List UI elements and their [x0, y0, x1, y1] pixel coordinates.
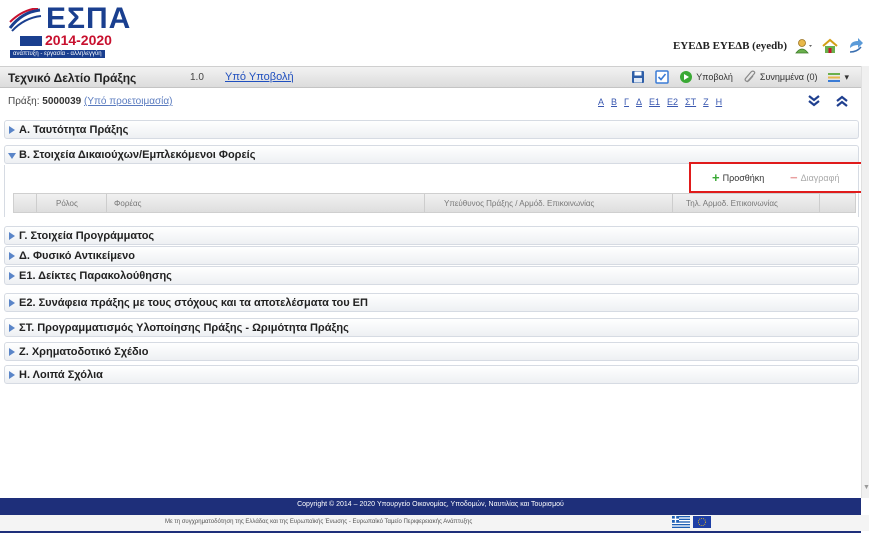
letter-link-d[interactable]: Δ — [636, 97, 642, 107]
section-label: Η. Λοιπά Σχόλια — [19, 369, 103, 381]
logo-years: 2014-2020 — [20, 32, 112, 48]
plus-icon: + — [712, 170, 720, 185]
menu-icon — [828, 73, 841, 82]
submit-label: Υποβολή — [696, 72, 733, 82]
delete-label: Διαγραφή — [800, 173, 840, 183]
page: ΕΣΠΑ 2014-2020 ανάπτυξη - εργασία - αλλη… — [0, 0, 869, 533]
expand-collapse-controls — [807, 94, 849, 108]
expand-arrow-icon — [9, 371, 15, 379]
scroll-down-icon[interactable]: ▼ — [863, 484, 869, 491]
eu-flag-icon — [693, 516, 711, 528]
section-label: Δ. Φυσικό Αντικείμενο — [19, 250, 135, 262]
column-header-agency[interactable]: Φορέας — [114, 199, 141, 208]
section-label: Γ. Στοιχεία Προγράμματος — [19, 230, 155, 242]
expand-arrow-icon — [9, 232, 15, 240]
title-bar: Τεχνικό Δελτίο Πράξης 1.0 Υπό Υποβολή Υπ… — [0, 66, 861, 88]
attachments-label: Συνημμένα (0) — [759, 72, 818, 82]
letter-link-a[interactable]: Α — [598, 97, 604, 107]
submit-button[interactable]: Υποβολή — [679, 70, 733, 84]
expand-all-icon[interactable] — [807, 94, 821, 108]
cofund-bar: Με τη συγχρηματοδότηση της Ελλάδας και τ… — [0, 515, 869, 531]
delete-button[interactable]: − Διαγραφή — [790, 170, 840, 185]
section-st[interactable]: ΣΤ. Προγραμματισμός Υλοποίησης Πράξης - … — [4, 318, 859, 337]
vertical-scrollbar[interactable]: ▼ — [861, 66, 869, 498]
expand-arrow-icon — [9, 252, 15, 260]
logo-name: ΕΣΠΑ — [46, 2, 132, 35]
letter-link-z[interactable]: Ζ — [703, 97, 709, 107]
attachments-button[interactable]: Συνημμένα (0) — [743, 70, 818, 84]
chevron-down-icon: ▾ — [844, 71, 849, 82]
save-icon[interactable] — [631, 70, 645, 84]
section-z[interactable]: Ζ. Χρηματοδοτικό Σχέδιο — [4, 342, 859, 361]
add-button[interactable]: + Προσθήκη — [712, 170, 765, 185]
submit-icon — [680, 71, 693, 83]
copyright-text: Copyright © 2014 – 2020 Υπουργείο Οικονο… — [297, 501, 564, 508]
toolbar: Υποβολή Συνημμένα (0) ▾ — [631, 70, 849, 84]
letter-link-g[interactable]: Γ — [624, 97, 629, 107]
check-icon[interactable] — [655, 70, 670, 84]
document-version: 1.0 — [190, 72, 204, 83]
section-d[interactable]: Δ. Φυσικό Αντικείμενο — [4, 246, 859, 265]
expand-arrow-icon — [9, 299, 15, 307]
section-label: ΣΤ. Προγραμματισμός Υλοποίησης Πράξης - … — [19, 322, 349, 334]
section-g[interactable]: Γ. Στοιχεία Προγράμματος — [4, 226, 859, 245]
section-e1[interactable]: Ε1. Δείκτες Παρακολούθησης — [4, 266, 859, 285]
espa-logo[interactable]: ΕΣΠΑ 2014-2020 ανάπτυξη - εργασία - αλλη… — [8, 2, 132, 58]
expand-arrow-icon — [9, 348, 15, 356]
section-label: Α. Ταυτότητα Πράξης — [19, 124, 129, 136]
letter-link-e2[interactable]: Ε2 — [667, 97, 678, 107]
section-b-body: + Προσθήκη − Διαγραφή Ρόλος Φορέας Υπεύθ… — [4, 162, 866, 217]
praxi-code: 5000039 — [42, 96, 82, 107]
cofund-text: Με τη συγχρηματοδότηση της Ελλάδας και τ… — [165, 519, 473, 525]
section-label: Β. Στοιχεία Δικαιούχων/Εμπλεκόμενοι Φορε… — [19, 149, 256, 161]
expand-arrow-icon — [9, 126, 15, 134]
section-letter-nav: Α Β Γ Δ Ε1 Ε2 ΣΤ Ζ Η — [598, 97, 722, 107]
letter-link-b[interactable]: Β — [611, 97, 617, 107]
menu-button[interactable]: ▾ — [827, 70, 849, 84]
section-label: Ε1. Δείκτες Παρακολούθησης — [19, 270, 172, 282]
section-label: Ε2. Συνάφεια πράξης με τους στόχους και … — [19, 297, 368, 309]
praxi-info: Πράξη: 5000039 (Υπό προετοιμασία) — [8, 96, 173, 107]
letter-link-e1[interactable]: Ε1 — [649, 97, 660, 107]
add-label: Προσθήκη — [722, 173, 765, 183]
page-title: Τεχνικό Δελτίο Πράξης — [8, 71, 137, 85]
section-e2[interactable]: Ε2. Συνάφεια πράξης με τους στόχους και … — [4, 293, 859, 312]
document-status-link[interactable]: Υπό Υποβολή — [225, 71, 294, 83]
header: ΕΣΠΑ 2014-2020 ανάπτυξη - εργασία - αλλη… — [0, 0, 869, 62]
expand-arrow-icon — [9, 324, 15, 332]
footer: Copyright © 2014 – 2020 Υπουργείο Οικονο… — [0, 498, 869, 533]
user-icon[interactable] — [795, 38, 813, 54]
section-label: Ζ. Χρηματοδοτικό Σχέδιο — [19, 346, 149, 358]
user-name: ΕΥΕΔΒ ΕΥΕΔΒ (eyedb) — [672, 40, 787, 52]
sub-bar: Πράξη: 5000039 (Υπό προετοιμασία) Α Β Γ … — [0, 90, 861, 114]
user-area: ΕΥΕΔΒ ΕΥΕΔΒ (eyedb) — [673, 36, 865, 56]
paperclip-icon — [744, 70, 756, 83]
letter-link-h[interactable]: Η — [716, 97, 723, 107]
greek-flag-icon — [672, 516, 690, 528]
section-h[interactable]: Η. Λοιπά Σχόλια — [4, 365, 859, 384]
home-icon[interactable] — [821, 38, 839, 54]
espa-flag-icon — [8, 8, 42, 32]
letter-link-st[interactable]: ΣΤ — [685, 97, 696, 107]
column-header-responsible[interactable]: Υπεύθυνος Πράξης / Αρμόδ. Επικοινωνίας — [444, 199, 594, 208]
praxi-status-link[interactable]: (Υπό προετοιμασία) — [84, 96, 173, 107]
column-header-role[interactable]: Ρόλος — [56, 199, 78, 208]
logo-tagline: ανάπτυξη - εργασία - αλληλεγγύη — [10, 50, 105, 58]
logout-icon[interactable] — [847, 38, 865, 54]
section-a[interactable]: Α. Ταυτότητα Πράξης — [4, 120, 859, 139]
minus-icon: − — [790, 170, 798, 185]
collapse-all-icon[interactable] — [835, 94, 849, 108]
collapse-arrow-icon — [8, 153, 16, 159]
column-header-phone[interactable]: Τηλ. Αρμοδ. Επικοινωνίας — [686, 199, 778, 208]
expand-arrow-icon — [9, 272, 15, 280]
table-header: Ρόλος Φορέας Υπεύθυνος Πράξης / Αρμόδ. Ε… — [13, 193, 856, 213]
